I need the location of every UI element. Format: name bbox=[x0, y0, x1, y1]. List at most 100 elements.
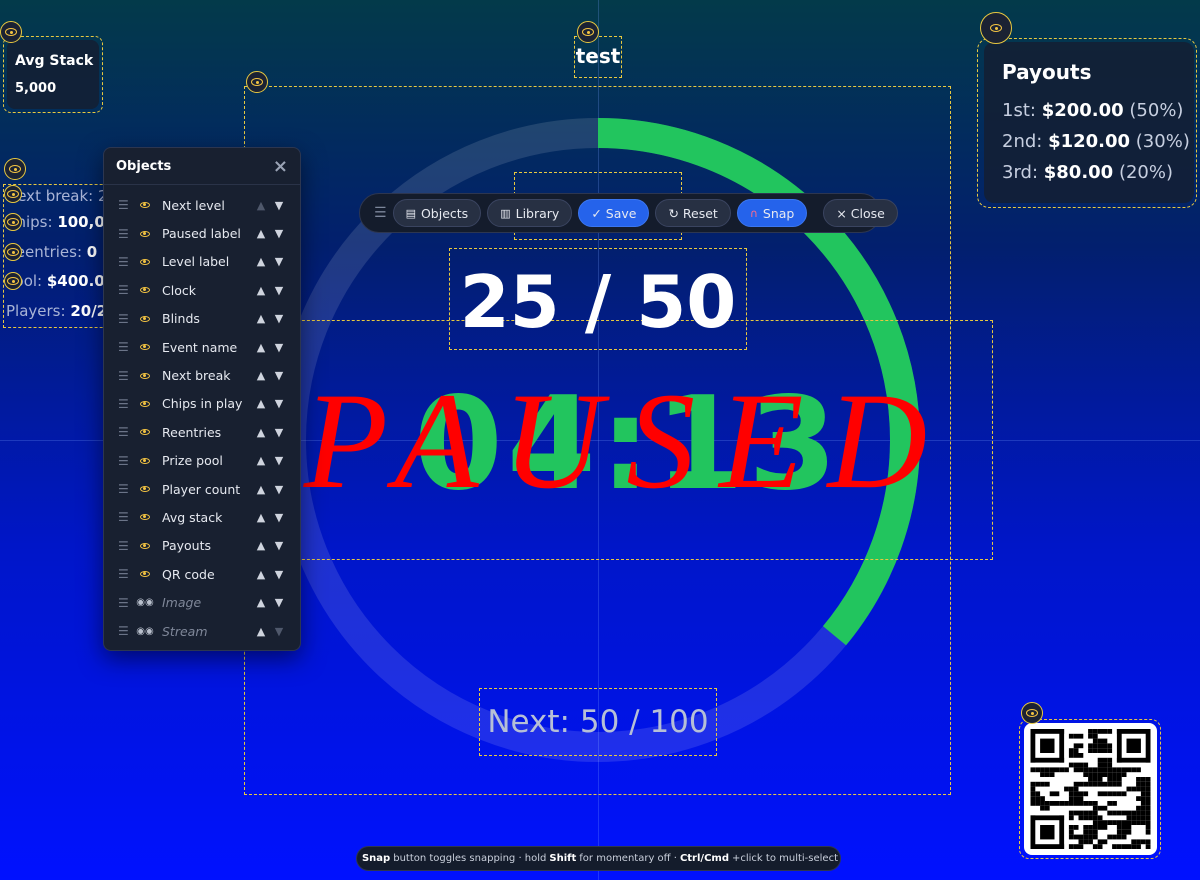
drag-handle-icon[interactable]: ☰ bbox=[118, 198, 134, 212]
drag-handle-icon[interactable]: ☰ bbox=[118, 510, 134, 524]
eye-icon[interactable] bbox=[134, 457, 156, 464]
objects-list-item[interactable]: ☰ Level label ▲ ▼ bbox=[104, 248, 300, 276]
eye-icon[interactable] bbox=[134, 400, 156, 407]
drag-handle-icon[interactable]: ☰ bbox=[118, 283, 134, 297]
eye-icon[interactable] bbox=[1021, 702, 1043, 724]
move-up-icon[interactable]: ▲ bbox=[252, 227, 270, 240]
move-up-icon[interactable]: ▲ bbox=[252, 511, 270, 524]
drag-handle-icon[interactable]: ☰ bbox=[118, 539, 134, 553]
move-down-icon[interactable]: ▼ bbox=[270, 199, 288, 212]
move-down-icon[interactable]: ▼ bbox=[270, 568, 288, 581]
objects-list-item[interactable]: ☰ Next break ▲ ▼ bbox=[104, 361, 300, 389]
move-down-icon[interactable]: ▼ bbox=[270, 312, 288, 325]
reset-button[interactable]: ↻ Reset bbox=[655, 199, 731, 227]
eye-icon[interactable] bbox=[134, 344, 156, 351]
move-down-icon[interactable]: ▼ bbox=[270, 539, 288, 552]
move-up-icon[interactable]: ▲ bbox=[252, 426, 270, 439]
drag-handle-icon[interactable]: ☰ bbox=[118, 397, 134, 411]
eye-icon[interactable] bbox=[134, 202, 156, 209]
eye-icon[interactable] bbox=[134, 258, 156, 265]
move-up-icon[interactable]: ▲ bbox=[252, 312, 270, 325]
drag-handle-icon[interactable]: ☰ bbox=[374, 205, 387, 221]
move-up-icon[interactable]: ▲ bbox=[252, 199, 270, 212]
drag-handle-icon[interactable]: ☰ bbox=[118, 312, 134, 326]
move-up-icon[interactable]: ▲ bbox=[252, 625, 270, 638]
objects-list-item[interactable]: ☰ Chips in play ▲ ▼ bbox=[104, 390, 300, 418]
objects-list-item[interactable]: ☰ Blinds ▲ ▼ bbox=[104, 305, 300, 333]
move-up-icon[interactable]: ▲ bbox=[252, 596, 270, 609]
eye-off-icon[interactable]: ◉◉ bbox=[134, 597, 156, 608]
drag-handle-icon[interactable]: ☰ bbox=[118, 340, 134, 354]
move-up-icon[interactable]: ▲ bbox=[252, 397, 270, 410]
objects-list-item-label: Chips in play bbox=[162, 396, 243, 412]
move-down-icon[interactable]: ▼ bbox=[270, 596, 288, 609]
objects-list-item[interactable]: ☰ Paused label ▲ ▼ bbox=[104, 219, 300, 247]
move-down-icon[interactable]: ▼ bbox=[270, 625, 288, 638]
drag-handle-icon[interactable]: ☰ bbox=[118, 454, 134, 468]
move-down-icon[interactable]: ▼ bbox=[270, 511, 288, 524]
eye-icon[interactable] bbox=[134, 486, 156, 493]
drag-handle-icon[interactable]: ☰ bbox=[118, 425, 134, 439]
objects-list-item[interactable]: ☰ ◉◉ Stream ▲ ▼ bbox=[104, 617, 300, 645]
move-up-icon[interactable]: ▲ bbox=[252, 255, 270, 268]
move-down-icon[interactable]: ▼ bbox=[270, 397, 288, 410]
eye-icon[interactable] bbox=[4, 272, 22, 290]
move-up-icon[interactable]: ▲ bbox=[252, 284, 270, 297]
eye-icon[interactable] bbox=[4, 158, 26, 180]
drag-handle-icon[interactable]: ☰ bbox=[118, 567, 134, 581]
drag-handle-icon[interactable]: ☰ bbox=[118, 255, 134, 269]
move-up-icon[interactable]: ▲ bbox=[252, 539, 270, 552]
move-down-icon[interactable]: ▼ bbox=[270, 284, 288, 297]
move-up-icon[interactable]: ▲ bbox=[252, 568, 270, 581]
eye-icon[interactable] bbox=[134, 315, 156, 322]
objects-list-item[interactable]: ☰ Payouts ▲ ▼ bbox=[104, 532, 300, 560]
eye-icon[interactable] bbox=[4, 243, 22, 261]
eye-icon[interactable] bbox=[134, 287, 156, 294]
move-up-icon[interactable]: ▲ bbox=[252, 483, 270, 496]
move-down-icon[interactable]: ▼ bbox=[270, 227, 288, 240]
eye-icon[interactable] bbox=[134, 571, 156, 578]
objects-list-item[interactable]: ☰ Next level ▲ ▼ bbox=[104, 191, 300, 219]
objects-list-item[interactable]: ☰ Player count ▲ ▼ bbox=[104, 475, 300, 503]
eye-icon[interactable] bbox=[0, 21, 22, 43]
eye-icon[interactable] bbox=[134, 429, 156, 436]
drag-handle-icon[interactable]: ☰ bbox=[118, 369, 134, 383]
move-up-icon[interactable]: ▲ bbox=[252, 454, 270, 467]
move-down-icon[interactable]: ▼ bbox=[270, 255, 288, 268]
close-icon[interactable]: × bbox=[273, 156, 288, 177]
eye-icon[interactable] bbox=[134, 230, 156, 237]
eye-icon[interactable] bbox=[134, 514, 156, 521]
move-down-icon[interactable]: ▼ bbox=[270, 369, 288, 382]
objects-list-item[interactable]: ☰ Avg stack ▲ ▼ bbox=[104, 503, 300, 531]
move-down-icon[interactable]: ▼ bbox=[270, 454, 288, 467]
objects-list-item[interactable]: ☰ Reentries ▲ ▼ bbox=[104, 418, 300, 446]
objects-list-item[interactable]: ☰ ◉◉ Image ▲ ▼ bbox=[104, 588, 300, 616]
avg-stack-title: Avg Stack bbox=[15, 53, 94, 69]
close-button[interactable]: × Close bbox=[823, 199, 898, 227]
save-button[interactable]: ✓ Save bbox=[578, 199, 650, 227]
move-up-icon[interactable]: ▲ bbox=[252, 341, 270, 354]
drag-handle-icon[interactable]: ☰ bbox=[118, 596, 134, 610]
snap-button[interactable]: ∩ Snap bbox=[736, 199, 808, 227]
move-down-icon[interactable]: ▼ bbox=[270, 426, 288, 439]
eye-icon[interactable] bbox=[4, 213, 22, 231]
eye-icon[interactable] bbox=[980, 12, 1012, 44]
eye-icon[interactable] bbox=[4, 185, 22, 203]
eye-icon[interactable] bbox=[134, 542, 156, 549]
eye-icon[interactable] bbox=[577, 21, 599, 43]
drag-handle-icon[interactable]: ☰ bbox=[118, 624, 134, 638]
move-down-icon[interactable]: ▼ bbox=[270, 483, 288, 496]
eye-off-icon[interactable]: ◉◉ bbox=[134, 626, 156, 637]
drag-handle-icon[interactable]: ☰ bbox=[118, 227, 134, 241]
objects-list-item[interactable]: ☰ Prize pool ▲ ▼ bbox=[104, 447, 300, 475]
objects-list-item[interactable]: ☰ Clock ▲ ▼ bbox=[104, 276, 300, 304]
move-down-icon[interactable]: ▼ bbox=[270, 341, 288, 354]
drag-handle-icon[interactable]: ☰ bbox=[118, 482, 134, 496]
objects-list-item[interactable]: ☰ QR code ▲ ▼ bbox=[104, 560, 300, 588]
objects-list-item[interactable]: ☰ Event name ▲ ▼ bbox=[104, 333, 300, 361]
eye-icon[interactable] bbox=[134, 372, 156, 379]
objects-button[interactable]: ▤ Objects bbox=[392, 199, 482, 227]
move-up-icon[interactable]: ▲ bbox=[252, 369, 270, 382]
eye-icon[interactable] bbox=[246, 71, 268, 93]
library-button[interactable]: ▥ Library bbox=[487, 199, 573, 227]
